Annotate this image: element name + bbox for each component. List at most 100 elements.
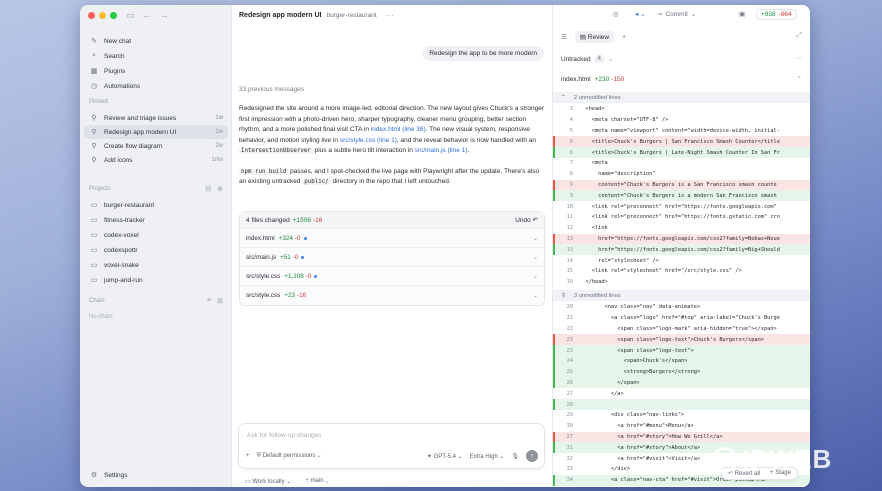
follow-up-input[interactable]: Ask for follow-up changes	[247, 432, 321, 439]
chat-footer: ▭ Work locally ⌄ ⑂ main ⌄	[245, 478, 329, 485]
sidebar-toggle-icon[interactable]: ▭	[126, 10, 135, 21]
assistant-paragraph: Redesigned the site around a more image-…	[239, 104, 545, 157]
vscode-icon[interactable]: ◂ ⌄	[635, 10, 646, 18]
minimize-window-button[interactable]	[99, 12, 106, 19]
sidebar-item-project[interactable]: ▭ voxel-snake	[84, 258, 228, 272]
open-in-icon[interactable]: ◎	[613, 10, 619, 18]
chevron-up-icon[interactable]: ⌃	[797, 75, 802, 83]
chevron-down-icon: ⌄	[499, 453, 505, 460]
sidebar-item-project[interactable]: ▭ burger-restaurant	[84, 198, 228, 212]
send-button[interactable]: ↑	[526, 450, 538, 462]
folder-icon: ▭	[90, 202, 98, 209]
code-text: <link	[579, 225, 608, 232]
unmodified-lines-bar[interactable]: ⌃ 2 unmodified lines	[553, 92, 810, 103]
code-text: <link rel="stylesheet" href="/src/style.…	[579, 268, 742, 275]
file-link[interactable]: index.html (line 38)	[371, 126, 426, 133]
model-dropdown[interactable]: ✦ GPT-5.4 ⌄	[427, 453, 463, 460]
list-icon[interactable]: ☰	[561, 33, 567, 41]
changed-file-row[interactable]: src/style.css +1,108 -0 ⌄	[240, 267, 544, 286]
code-text: </a>	[579, 390, 624, 397]
collapse-icon[interactable]: ⊟	[205, 185, 211, 193]
expand-icon[interactable]: ⤢	[796, 32, 802, 40]
maximize-window-button[interactable]	[110, 12, 117, 19]
terminal-icon[interactable]: ▣	[739, 10, 745, 18]
add-attachment-icon[interactable]: +	[246, 453, 250, 459]
modified-dot-icon	[303, 236, 307, 240]
file-deletions: -0	[294, 234, 301, 242]
nav-arrows: ▭ ← →	[126, 10, 169, 21]
line-number: 14	[566, 257, 573, 264]
add-tab-icon[interactable]: +	[622, 34, 626, 41]
unmodified-lines-bar[interactable]: ⇕ 3 unmodified lines	[553, 290, 810, 301]
files-changed-header: 4 files changed +1506 -16 Undo ↶	[240, 212, 544, 229]
assistant-paragraph: npm run build passes, and I spot-checked…	[239, 167, 545, 188]
microphone-icon[interactable]: 🎙︎	[511, 453, 519, 460]
new-chat-icon[interactable]: ⊞	[217, 297, 223, 305]
git-branch-icon: ⑂	[305, 478, 309, 484]
diff-stats-toggle[interactable]: +938 -664	[756, 9, 797, 20]
more-options-icon[interactable]: ···	[795, 55, 802, 62]
sidebar-item-search[interactable]: ⌕ Search	[84, 49, 228, 63]
sidebar-item-plugins[interactable]: ▦ Plugins	[84, 64, 228, 78]
filter-icon[interactable]: ≡	[207, 297, 211, 305]
line-number: 28	[566, 401, 573, 408]
sidebar-item-new-chat[interactable]: ✎ New chat	[84, 34, 228, 48]
code-text: content="Chuck's Burgers is a modern San…	[579, 192, 777, 199]
line-number: 4	[569, 117, 573, 124]
sidebar-item-automations[interactable]: ◷ Automations	[84, 79, 228, 93]
sidebar-item-label: Add icons	[104, 156, 133, 164]
line-number: 25	[566, 369, 573, 376]
diff-file-header[interactable]: index.html +230 -150 ⌃	[561, 75, 802, 84]
commit-button[interactable]: ⊸ Commit ⌄	[657, 10, 696, 19]
folder-icon: ▭	[90, 277, 98, 284]
file-link[interactable]: src/style.css (line 1)	[340, 137, 397, 144]
shield-icon: ⛨	[256, 452, 262, 459]
line-number: 20	[566, 304, 573, 311]
line-number: 13	[566, 246, 573, 253]
sidebar-item-project[interactable]: ▭ jump-and-run	[84, 273, 228, 287]
undo-button[interactable]: Undo ↶	[515, 216, 538, 224]
project-name[interactable]: burger-restaurant	[326, 12, 376, 19]
text-span: plus a subtle hero tilt interaction in	[312, 147, 415, 154]
sidebar-item-pinned-active[interactable]: ⚲ Redesign app modern UI 1w	[84, 125, 228, 139]
code-text: rel="stylesheet" />	[579, 257, 659, 264]
undo-icon: ↶	[532, 217, 538, 224]
chevron-down-icon[interactable]: ⌄	[533, 235, 538, 242]
more-options-icon[interactable]: ···	[386, 11, 394, 20]
code-text: <link rel="preconnect" href="https://fon…	[579, 214, 780, 221]
changed-file-row[interactable]: index.html +324 -0 ⌄	[240, 229, 544, 248]
sidebar-item-label: fitness-tracker	[104, 216, 145, 224]
code-text: <link rel="preconnect" href="https://fon…	[579, 203, 777, 210]
chevron-down-icon[interactable]: ⌄	[533, 292, 538, 299]
back-arrow-icon[interactable]: ←	[143, 10, 152, 21]
chevron-down-icon[interactable]: ⌄	[533, 273, 538, 280]
effort-dropdown[interactable]: Extra High ⌄	[470, 453, 505, 460]
tab-review[interactable]: ▤ Review	[574, 31, 615, 43]
close-window-button[interactable]	[88, 12, 95, 19]
line-number: 5	[569, 127, 573, 134]
settings-button[interactable]: ⚙ Settings	[84, 468, 228, 482]
sidebar-item-label: codex-voxel	[104, 231, 139, 239]
projects-section-header: Projects ⊟ ⊕	[89, 185, 223, 193]
branch-dropdown[interactable]: ⑂ main ⌄	[305, 478, 329, 485]
watermark-text: IPWEB	[742, 444, 833, 474]
new-project-icon[interactable]: ⊕	[217, 185, 223, 193]
sidebar-item-pinned[interactable]: ⚲ Create flow diagram 2w	[84, 139, 228, 153]
sidebar-item-pinned[interactable]: ⚲ Add icons 1mo	[84, 153, 228, 167]
sidebar-item-pinned[interactable]: ⚲ Review and triage issues 1w	[84, 111, 228, 125]
sidebar-item-label: Create flow diagram	[104, 142, 163, 150]
chevron-down-icon[interactable]: ⌄	[533, 254, 538, 261]
changed-file-row[interactable]: src/main.js +51 -0 ⌄	[240, 248, 544, 267]
forward-arrow-icon[interactable]: →	[160, 10, 169, 21]
sidebar-item-project[interactable]: ▭ fitness-tracker	[84, 213, 228, 227]
changed-file-row[interactable]: src/style.css +23 -16 ⌄	[240, 286, 544, 305]
sidebar-item-project[interactable]: ▭ codex-voxel	[84, 228, 228, 242]
sparkle-icon: ✦	[426, 453, 432, 460]
changes-filter[interactable]: Untracked 4 ⌄	[561, 55, 613, 63]
diff-line: 3 <head>	[553, 104, 810, 115]
work-mode-dropdown[interactable]: ▭ Work locally ⌄	[245, 478, 291, 485]
previous-messages-toggle[interactable]: 33 previous messages	[239, 86, 304, 93]
permissions-dropdown[interactable]: ⛨ Default permissions ⌄	[257, 453, 321, 460]
file-link[interactable]: src/main.js (line 1)	[415, 147, 468, 154]
sidebar-item-project[interactable]: ▭ codexspottr	[84, 243, 228, 257]
